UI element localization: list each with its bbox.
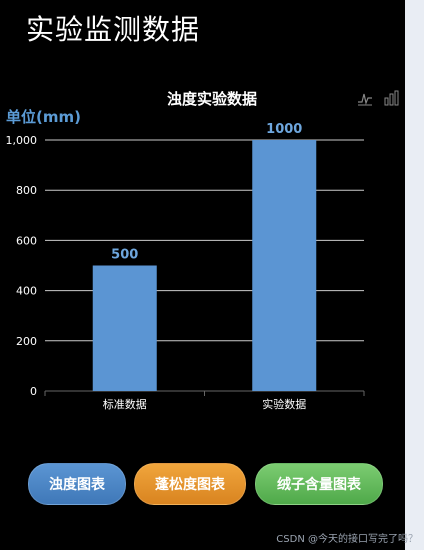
bar-value-label: 1000 bbox=[266, 122, 302, 137]
y-axis-unit-label: 单位(mm) bbox=[6, 108, 81, 126]
fluffiness-chart-button[interactable]: 蓬松度图表 bbox=[134, 463, 246, 505]
turbidity-chart-button[interactable]: 浊度图表 bbox=[28, 463, 126, 505]
watermark: CSDN @今天的接口写完了吗？ bbox=[276, 534, 418, 545]
bar bbox=[92, 265, 157, 391]
y-tick-label: 200 bbox=[16, 335, 37, 348]
y-tick-label: 800 bbox=[16, 184, 37, 197]
y-tick-label: 600 bbox=[16, 234, 37, 247]
y-tick-label: 0 bbox=[30, 385, 37, 398]
x-tick-label: 实验数据 bbox=[262, 397, 306, 411]
x-tick-label: 标准数据 bbox=[103, 397, 147, 411]
y-tick-label: 1,000 bbox=[6, 134, 38, 147]
bar bbox=[252, 140, 317, 391]
y-tick-label: 400 bbox=[16, 285, 37, 298]
bar-value-label: 500 bbox=[111, 248, 138, 263]
down-content-chart-button[interactable]: 绒子含量图表 bbox=[255, 463, 383, 505]
